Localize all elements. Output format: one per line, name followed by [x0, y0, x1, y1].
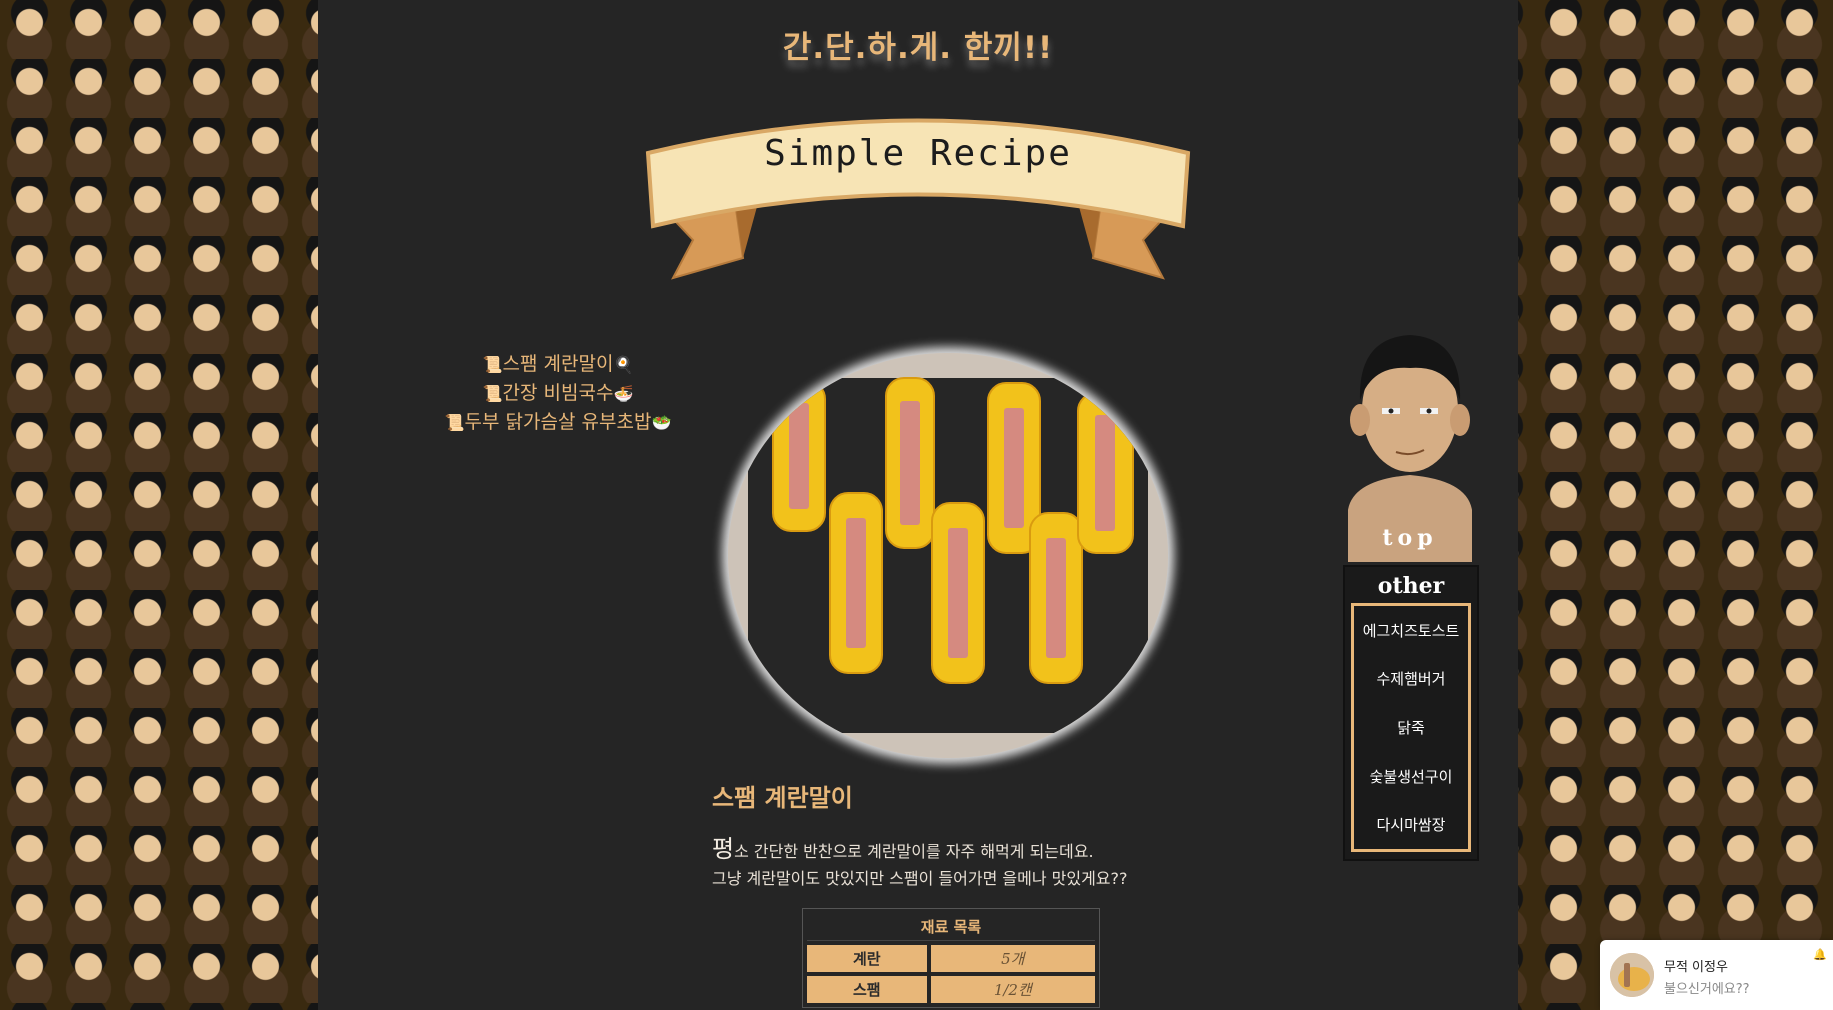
chat-message: 불으신거에요?? — [1664, 982, 1750, 997]
other-item-kelp-ssamjang[interactable]: 다시마쌈장 — [1376, 814, 1445, 835]
nav-item-label: 간장 비빔국수 — [502, 382, 614, 404]
chat-sender-name: 무적 이정우 — [1664, 960, 1728, 975]
nav-item-spam-egg-roll[interactable]: 📜스팸 계란말이🍳 — [338, 350, 778, 379]
top-label[interactable]: top — [1344, 525, 1476, 551]
nav-item-label: 두부 닭가슴살 유부초밥 — [464, 411, 652, 433]
recipe-nav: 📜스팸 계란말이🍳 📜간장 비빔국수🍜 📜두부 닭가슴살 유부초밥🥗 — [338, 350, 778, 437]
avatar — [1610, 953, 1654, 997]
frying-pan-icon: 🍳 — [613, 355, 634, 374]
noodle-bowl-icon: 🍜 — [613, 384, 634, 403]
nav-item-label: 스팸 계란말이 — [502, 353, 614, 375]
bell-icon[interactable]: 🔔 — [1813, 948, 1827, 961]
ingredients-header: 재료 목록 — [807, 913, 1095, 941]
scroll-icon: 📜 — [482, 384, 503, 403]
intro-line-2: 그냥 계란말이도 맛있지만 스팸이 들어가면 을메나 맛있게요?? — [712, 869, 1128, 888]
other-item-chicken-porridge[interactable]: 닭죽 — [1397, 717, 1425, 738]
nav-item-tofu-chicken-inari[interactable]: 📜두부 닭가슴살 유부초밥🥗 — [338, 408, 778, 437]
intro-line-1: 소 간단한 반찬으로 계란말이를 자주 해먹게 되는데요. — [734, 842, 1094, 861]
ingredient-qty: 1/2캔 — [930, 976, 1095, 1003]
other-panel: other 에그치즈토스트 수제햄버거 닭죽 숯불생선구이 다시마쌈장 — [1343, 565, 1479, 861]
ingredient-name: 계란 — [807, 945, 927, 972]
drop-cap: 평 — [712, 835, 735, 863]
other-title: other — [1377, 573, 1445, 599]
ingredient-qty: 5개 — [930, 945, 1095, 972]
recipe-photo — [728, 353, 1168, 758]
salad-icon: 🥗 — [651, 413, 672, 432]
scroll-icon: 📜 — [444, 413, 465, 432]
other-list: 에그치즈토스트 수제햄버거 닭죽 숯불생선구이 다시마쌈장 — [1351, 603, 1471, 852]
other-item-handmade-burger[interactable]: 수제햄버거 — [1376, 668, 1445, 689]
other-item-grilled-fish[interactable]: 숯불생선구이 — [1370, 766, 1453, 787]
other-item-egg-cheese-toast[interactable]: 에그치즈토스트 — [1363, 620, 1460, 641]
scroll-icon: 📜 — [482, 355, 503, 374]
ingredient-name: 스팸 — [807, 976, 927, 1003]
chat-notification[interactable]: 무적 이정우 불으신거에요?? 🔔 — [1600, 940, 1833, 1010]
ingredients-table: 재료 목록 계란 5개 스팸 1/2캔 — [802, 908, 1100, 1008]
banner-text: Simple Recipe — [764, 133, 1072, 174]
recipe-title: 스팸 계란말이 — [712, 784, 853, 812]
recipe-intro: 평소 간단한 반찬으로 계란말이를 자주 해먹게 되는데요. 그냥 계란말이도 … — [712, 836, 1128, 892]
table-row: 스팸 1/2캔 — [807, 976, 1095, 1003]
table-row: 계란 5개 — [807, 945, 1095, 972]
site-title: 간.단.하.게. 한끼!! — [782, 30, 1054, 66]
nav-item-soy-bibim-noodles[interactable]: 📜간장 비빔국수🍜 — [338, 379, 778, 408]
